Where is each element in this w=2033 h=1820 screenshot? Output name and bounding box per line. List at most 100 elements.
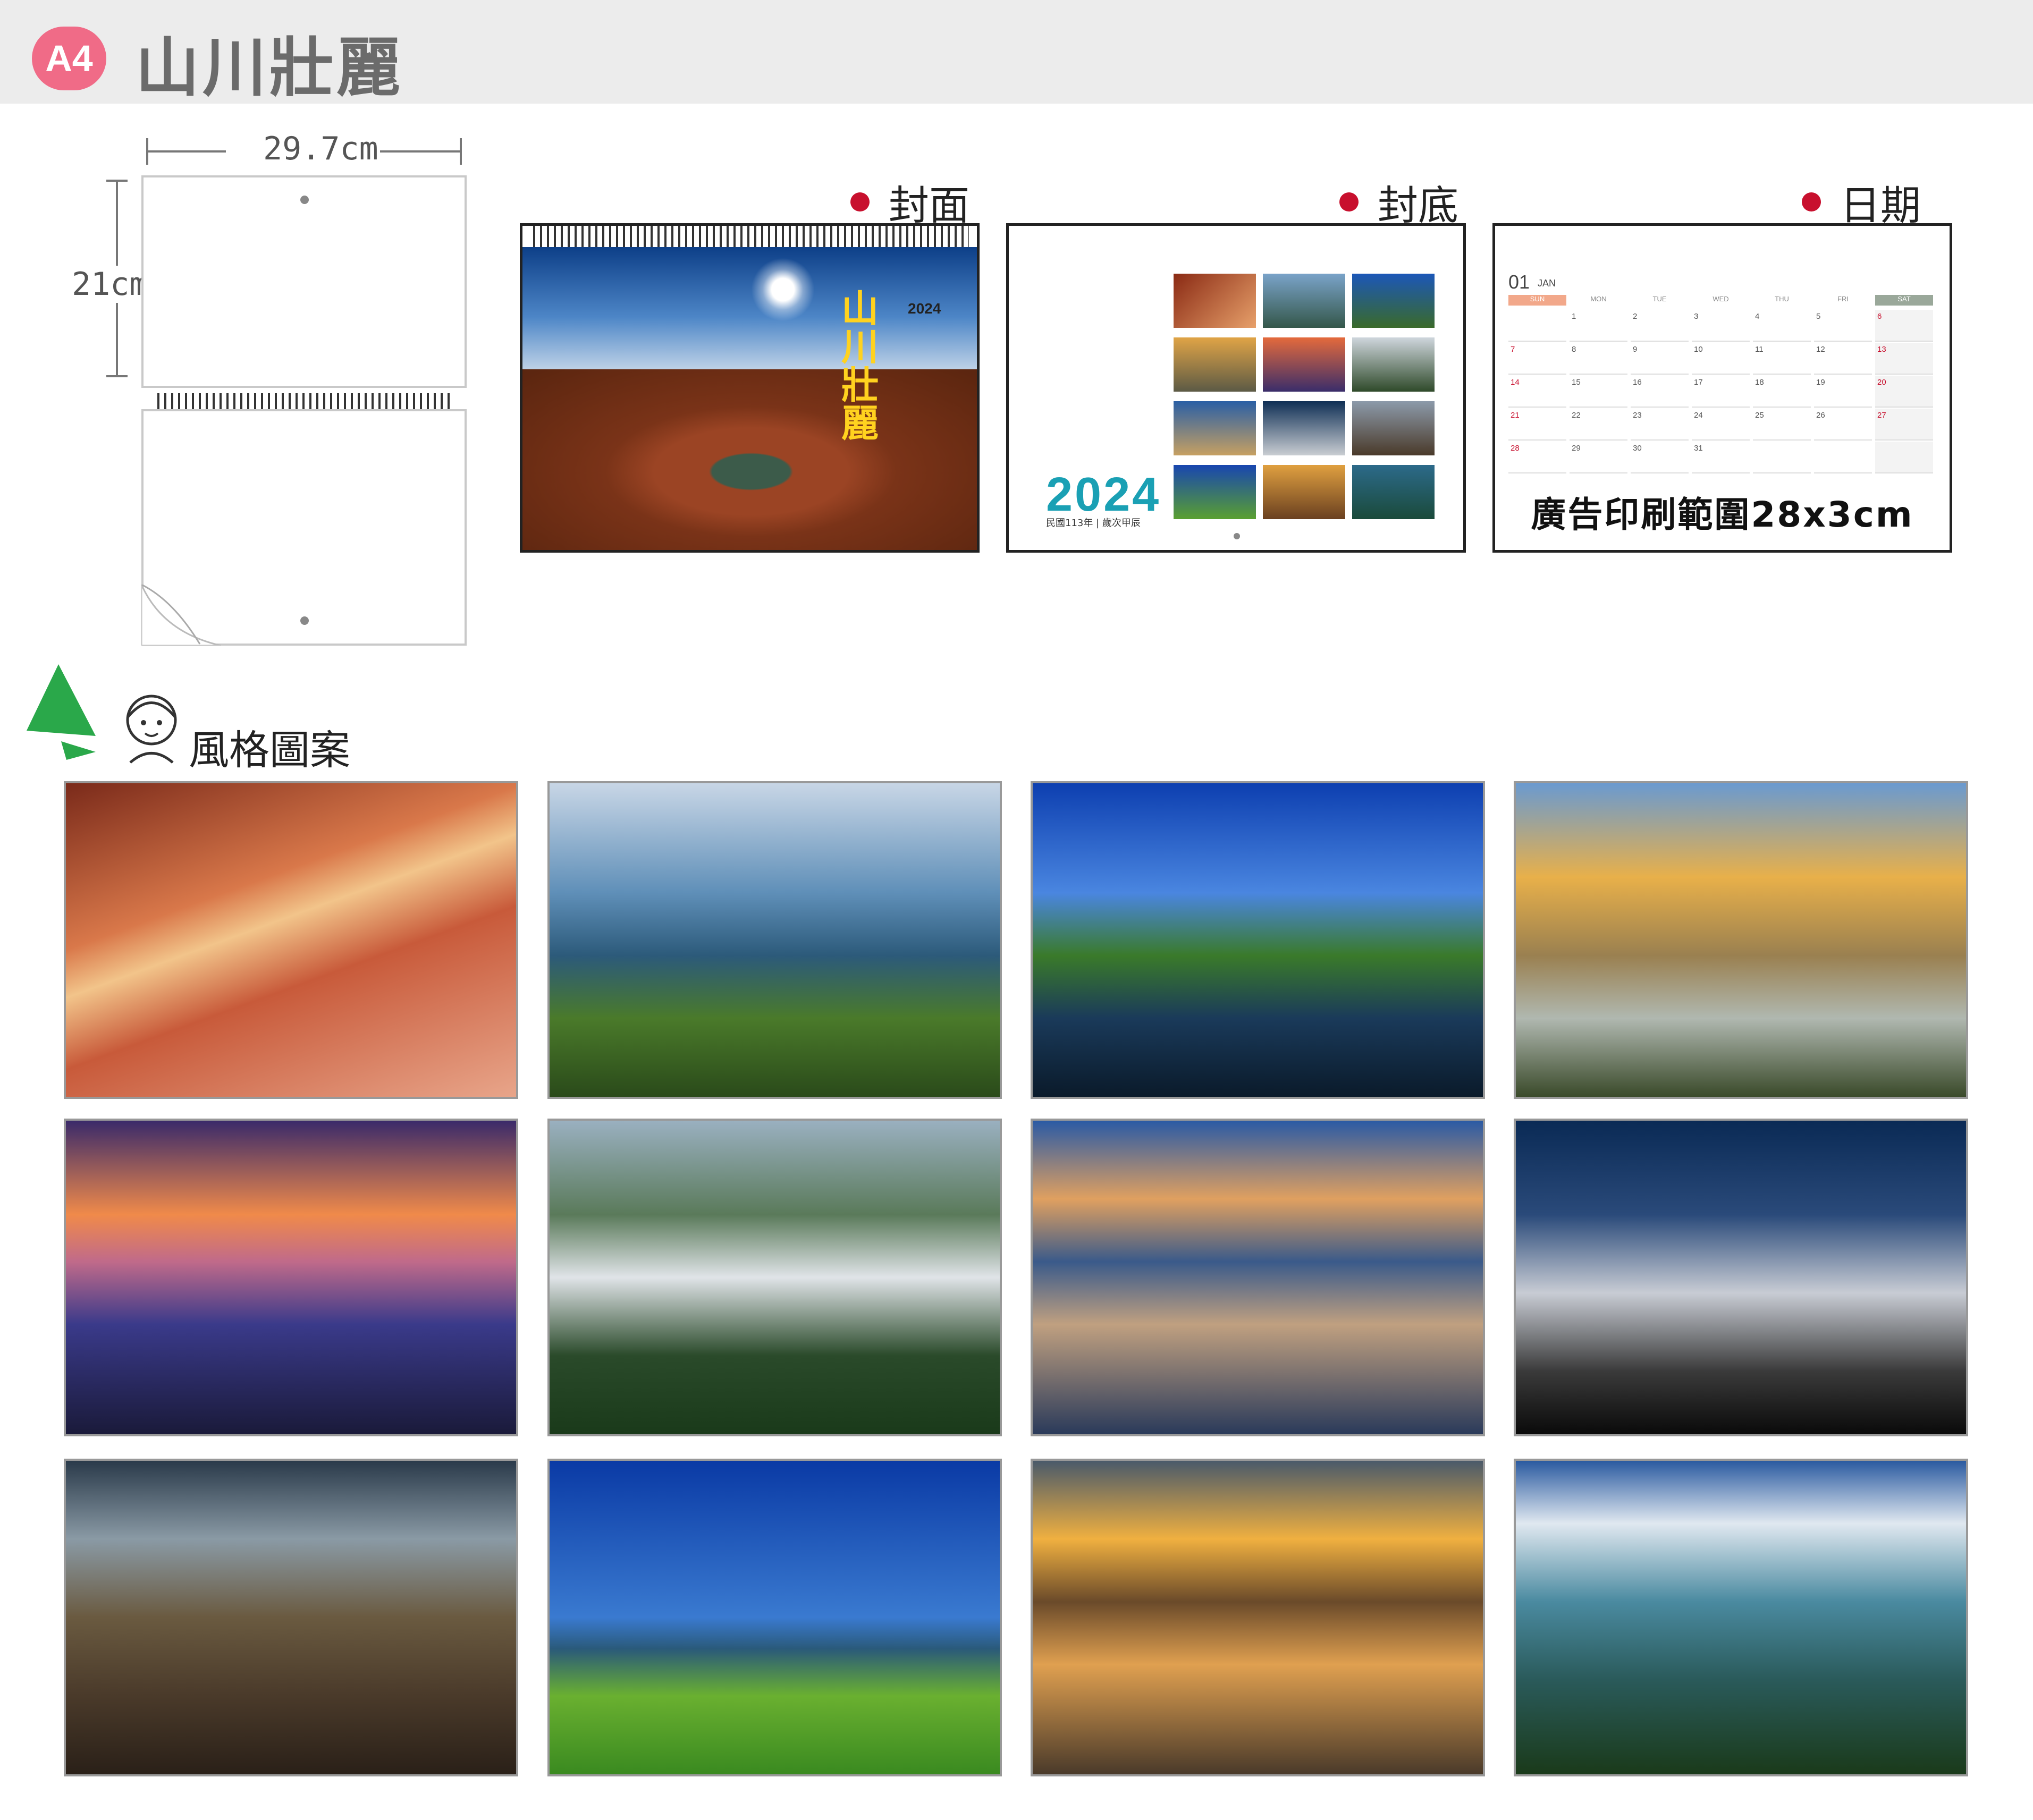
hanging-hole-upper bbox=[300, 196, 309, 204]
cal-date-cell: 6 bbox=[1875, 310, 1933, 342]
back-thumb-10 bbox=[1174, 465, 1256, 519]
cal-day-header: SUN bbox=[1508, 295, 1566, 306]
width-line-right bbox=[380, 150, 460, 153]
cal-date-cell: 11 bbox=[1753, 343, 1811, 375]
style-photo-sunrise-lake bbox=[1031, 1119, 1485, 1436]
cal-date-cell: 25 bbox=[1753, 409, 1811, 441]
cal-date-cell: 22 bbox=[1570, 409, 1627, 441]
back-thumb-4 bbox=[1174, 337, 1256, 392]
cal-date-cell: 2 bbox=[1631, 310, 1689, 342]
spiral-binding bbox=[157, 393, 452, 409]
width-line-left bbox=[146, 150, 226, 153]
calendar-grid: SUN MON TUE WED THU FRI SAT 1 2 3 4 5 6 7 8 9 10 11 12 13 14… bbox=[1508, 295, 1936, 473]
back-thumb-1 bbox=[1174, 274, 1256, 328]
cal-date-cell: 16 bbox=[1631, 376, 1689, 408]
back-label: 封底 bbox=[1339, 173, 1458, 231]
cal-date-cell: 17 bbox=[1692, 376, 1750, 408]
cover-spiral bbox=[533, 226, 969, 247]
style-photo-badlands bbox=[1514, 781, 1968, 1099]
cal-date-cell bbox=[1814, 442, 1872, 473]
date-preview: 01 JAN SUN MON TUE WED THU FRI SAT 1 2 3 4 5 6 7 8 9 10 1… bbox=[1492, 223, 1952, 553]
cal-day-header: THU bbox=[1775, 295, 1789, 303]
bullet-dot bbox=[1339, 192, 1359, 211]
cal-date-cell: 27 bbox=[1875, 409, 1933, 441]
bullet-dot bbox=[1802, 192, 1821, 211]
cover-preview: 山川壯麗 2024 bbox=[520, 223, 980, 553]
cal-date-cell: 9 bbox=[1631, 343, 1689, 375]
cal-date-cell: 19 bbox=[1814, 376, 1872, 408]
back-thumb-9 bbox=[1352, 401, 1435, 455]
bullet-dot bbox=[850, 192, 870, 211]
date-label-text: 日期 bbox=[1840, 182, 1921, 229]
back-thumb-6 bbox=[1352, 337, 1435, 392]
page-curl-icon bbox=[141, 585, 221, 646]
back-thumb-12 bbox=[1352, 465, 1435, 519]
cal-date-cell bbox=[1508, 310, 1566, 342]
back-label-text: 封底 bbox=[1378, 182, 1458, 229]
back-hole bbox=[1234, 533, 1240, 539]
cal-date-cell: 10 bbox=[1692, 343, 1750, 375]
back-thumb-3 bbox=[1352, 274, 1435, 328]
calendar-sheet-upper bbox=[141, 175, 467, 388]
width-tick-right bbox=[460, 138, 462, 165]
back-thumb-8 bbox=[1263, 401, 1345, 455]
cover-label: 封面 bbox=[850, 173, 969, 231]
style-photo-antelope-canyon bbox=[64, 781, 518, 1099]
cal-date-cell: 21 bbox=[1508, 409, 1566, 441]
cal-date-cell bbox=[1753, 442, 1811, 473]
cover-year: 2024 bbox=[908, 300, 941, 317]
back-thumb-7 bbox=[1174, 401, 1256, 455]
cover-label-text: 封面 bbox=[889, 182, 969, 229]
cal-month-name: JAN bbox=[1538, 278, 1556, 289]
date-label: 日期 bbox=[1802, 173, 1921, 231]
style-photo-tidal-pools bbox=[64, 1119, 518, 1436]
cover-title: 山川壯麗 bbox=[841, 287, 879, 445]
cal-date-cell: 29 bbox=[1570, 442, 1627, 473]
girl-face-icon bbox=[126, 695, 177, 764]
cal-date-cell: 23 bbox=[1631, 409, 1689, 441]
cal-day-header: FRI bbox=[1837, 295, 1849, 303]
cal-date-cell: 4 bbox=[1753, 310, 1811, 342]
cal-day-header: MON bbox=[1590, 295, 1607, 303]
cal-month-num: 01 bbox=[1508, 271, 1530, 293]
back-thumb-2 bbox=[1263, 274, 1345, 328]
cal-day-header: TUE bbox=[1652, 295, 1667, 303]
cal-date-cell: 31 bbox=[1692, 442, 1750, 473]
cal-date-cell bbox=[1875, 442, 1933, 473]
cal-date-cell: 7 bbox=[1508, 343, 1566, 375]
height-label: 21cm bbox=[72, 266, 149, 303]
size-diagram: 29.7cm 21cm bbox=[0, 128, 478, 648]
canyon-image bbox=[522, 369, 977, 550]
cal-date-cell: 12 bbox=[1814, 343, 1872, 375]
style-photo-green-ridge bbox=[547, 1459, 1002, 1776]
cal-date-cell: 1 bbox=[1570, 310, 1627, 342]
style-heading: 風格圖案 bbox=[189, 726, 350, 774]
width-label: 29.7cm bbox=[263, 130, 378, 167]
back-subtitle: 民國113年 | 歲次甲辰 bbox=[1046, 518, 1141, 529]
cal-date-cell: 26 bbox=[1814, 409, 1872, 441]
style-photo-mountain-road bbox=[547, 781, 1002, 1099]
page-title: 山川壯麗 bbox=[136, 31, 403, 105]
cal-date-cell: 3 bbox=[1692, 310, 1750, 342]
style-photo-lake-reflection bbox=[1031, 781, 1485, 1099]
back-thumb-11 bbox=[1263, 465, 1345, 519]
cal-date-cell: 13 bbox=[1875, 343, 1933, 375]
ad-print-area: 廣告印刷範圍28x3cm bbox=[1531, 494, 1914, 535]
back-preview: 2024 民國113年 | 歲次甲辰 bbox=[1006, 223, 1466, 553]
cal-day-header: SAT bbox=[1875, 295, 1933, 306]
hanging-hole-lower bbox=[300, 616, 309, 625]
cal-date-cell: 8 bbox=[1570, 343, 1627, 375]
style-photo-sea-of-clouds bbox=[1514, 1119, 1968, 1436]
style-photo-sunlit-valley bbox=[1514, 1459, 1968, 1776]
cal-date-cell: 24 bbox=[1692, 409, 1750, 441]
cal-day-header: WED bbox=[1713, 295, 1729, 303]
size-badge: A4 bbox=[32, 27, 106, 90]
height-tick-bottom bbox=[106, 375, 128, 377]
tree-icon bbox=[27, 664, 96, 760]
style-photo-rock-pool bbox=[1031, 1459, 1485, 1776]
cal-date-cell: 20 bbox=[1875, 376, 1933, 408]
style-photo-misty-forest bbox=[547, 1119, 1002, 1436]
cal-date-cell: 30 bbox=[1631, 442, 1689, 473]
back-year: 2024 bbox=[1046, 468, 1161, 521]
cal-date-cell: 15 bbox=[1570, 376, 1627, 408]
